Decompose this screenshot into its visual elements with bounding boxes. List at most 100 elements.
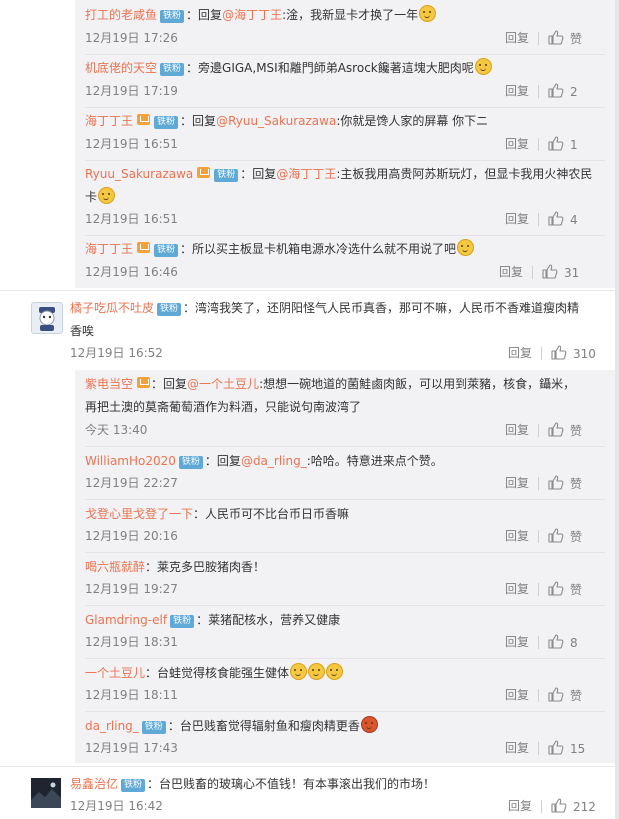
thumbs-up-icon bbox=[548, 687, 564, 702]
comment-text: Ryuu_Sakurazawa 铁粉 ：回复@海丁丁王:主板我用高贵阿苏斯玩灯，但显… bbox=[85, 167, 593, 204]
divider bbox=[532, 266, 533, 279]
comment-time: 12月19日 17:19 bbox=[85, 84, 178, 98]
reply-button[interactable]: 回复 bbox=[508, 345, 532, 361]
username[interactable]: WilliamHo2020 bbox=[85, 454, 176, 468]
fan-badge[interactable]: 铁粉 bbox=[141, 721, 166, 734]
mention-link[interactable]: @Ryuu_Sakurazawa bbox=[216, 114, 336, 128]
fan-badge[interactable]: 铁粉 bbox=[160, 10, 185, 23]
divider bbox=[538, 530, 539, 543]
username[interactable]: 戈登心里戈登了一下 bbox=[85, 507, 193, 521]
like-button[interactable]: 赞 bbox=[548, 475, 582, 492]
divider bbox=[85, 160, 605, 161]
username[interactable]: da_rling_ bbox=[85, 719, 139, 733]
fan-badge[interactable]: 铁粉 bbox=[170, 615, 195, 628]
comment-time: 12月19日 16:51 bbox=[85, 212, 178, 226]
like-button[interactable]: 310 bbox=[551, 345, 596, 362]
like-button[interactable]: 8 bbox=[548, 634, 578, 651]
username[interactable]: 易鑫治亿 bbox=[70, 777, 118, 791]
police-avatar-icon bbox=[39, 307, 55, 331]
divider bbox=[538, 138, 539, 151]
username[interactable]: 海丁丁王 bbox=[85, 114, 133, 128]
comment-text: 机底佬的天空 铁粉 ：旁邊GIGA,MSI和離門師弟Asrock饞著這塊大肥肉呢 bbox=[85, 57, 603, 80]
crab-emoji-icon bbox=[360, 716, 378, 733]
smile-emoji-icon bbox=[98, 187, 116, 204]
reply-button[interactable]: 回复 bbox=[505, 740, 529, 756]
username[interactable]: 打工的老咸鱼 bbox=[85, 8, 157, 22]
username[interactable]: 紫电当空 bbox=[85, 377, 133, 391]
comment-body: 所以买主板显卡机箱电源水冷选什么就不用说了吧 bbox=[192, 242, 457, 256]
fan-badge[interactable]: 铁粉 bbox=[154, 244, 179, 257]
reply-button[interactable]: 回复 bbox=[505, 475, 529, 491]
page-scrollbar[interactable] bbox=[615, 0, 619, 819]
like-button[interactable]: 31 bbox=[542, 264, 579, 281]
reply-button[interactable]: 回复 bbox=[505, 687, 529, 703]
comment-text: 戈登心里戈登了一下：人民币可不比台币日币香嘛 bbox=[85, 507, 350, 521]
like-button[interactable]: 212 bbox=[551, 798, 596, 815]
reply-button[interactable]: 回复 bbox=[505, 211, 529, 227]
reply-button[interactable]: 回复 bbox=[505, 30, 529, 46]
thumbs-up-icon bbox=[548, 83, 564, 98]
divider bbox=[538, 477, 539, 490]
mention-link[interactable]: @da_rling_ bbox=[241, 454, 307, 468]
comment-text: da_rling_ 铁粉 ：台巴贱畜觉得辐射鱼和瘦肉精更香 bbox=[85, 715, 603, 738]
fan-badge[interactable]: 铁粉 bbox=[154, 116, 179, 129]
username[interactable]: Ryuu_Sakurazawa bbox=[85, 167, 193, 181]
like-button[interactable]: 15 bbox=[548, 740, 585, 757]
reply-button[interactable]: 回复 bbox=[505, 136, 529, 152]
fan-badge[interactable]: 铁粉 bbox=[121, 779, 146, 792]
like-button[interactable]: 赞 bbox=[548, 528, 582, 545]
username[interactable]: 一个土豆儿 bbox=[85, 666, 145, 680]
comment-body: 旁邊GIGA,MSI和離門師弟Asrock饞著這塊大肥肉呢 bbox=[198, 61, 474, 75]
like-button[interactable]: 赞 bbox=[548, 30, 582, 47]
divider bbox=[538, 583, 539, 596]
mention-link[interactable]: @海丁丁王 bbox=[276, 167, 336, 181]
vip-icon bbox=[197, 167, 211, 178]
comment-body: :主板我用高贵阿苏斯玩灯，但显卡我用火神农民 bbox=[336, 167, 593, 181]
reply-button[interactable]: 回复 bbox=[505, 83, 529, 99]
comment-text: 海丁丁王 铁粉 ：回复@Ryuu_Sakurazawa:你就是馋人家的屏幕 你下ニ bbox=[85, 114, 489, 129]
dark-landscape-avatar-icon bbox=[31, 778, 61, 808]
reply-button[interactable]: 回复 bbox=[505, 581, 529, 597]
avatar[interactable] bbox=[31, 778, 61, 808]
reply-button[interactable]: 回复 bbox=[505, 422, 529, 438]
like-button[interactable]: 赞 bbox=[548, 422, 582, 439]
comment-time: 12月19日 18:31 bbox=[85, 635, 178, 649]
like-count: 212 bbox=[573, 800, 596, 814]
fan-badge[interactable]: 铁粉 bbox=[214, 169, 239, 182]
username[interactable]: Glamdring-elf bbox=[85, 613, 167, 627]
fan-badge[interactable]: 铁粉 bbox=[178, 456, 203, 469]
like-button[interactable]: 1 bbox=[548, 136, 578, 153]
like-button[interactable]: 赞 bbox=[548, 687, 582, 704]
like-count: 赞 bbox=[570, 583, 583, 597]
smile-emoji-icon bbox=[326, 663, 344, 680]
mention-link[interactable]: @海丁丁王 bbox=[222, 8, 282, 22]
sub-comment-block-2: 紫电当空 ：回复@一个土豆儿:想想一碗地道的菌鮭鹵肉飯，可以用到萊豬，核食，鑷米，… bbox=[75, 370, 615, 763]
reply-button[interactable]: 回复 bbox=[505, 634, 529, 650]
thumbs-up-icon bbox=[548, 30, 564, 45]
reply-button[interactable]: 回复 bbox=[508, 798, 532, 814]
smile-emoji-icon bbox=[457, 239, 475, 256]
avatar[interactable] bbox=[31, 302, 63, 334]
like-button[interactable]: 4 bbox=[548, 211, 578, 228]
sub-comment-block-1: 打工的老咸鱼 铁粉 ：回复@海丁丁王:淦，我新显卡才换了一年 12月19日 17:2… bbox=[75, 0, 615, 288]
like-button[interactable]: 2 bbox=[548, 83, 578, 100]
comment-body: :哈哈。特意进来点个赞。 bbox=[306, 454, 443, 468]
like-button[interactable]: 赞 bbox=[548, 581, 582, 598]
username[interactable]: 橘子吃瓜不吐皮 bbox=[70, 301, 154, 315]
comment-text: WilliamHo2020 铁粉 ：回复@da_rling_:哈哈。特意进来点个赞。 bbox=[85, 454, 443, 469]
fan-badge[interactable]: 铁粉 bbox=[157, 303, 182, 316]
like-count: 赞 bbox=[570, 689, 583, 703]
comment-body: :想想一碗地道的菌鮭鹵肉飯，可以用到萊豬，核食，鑷米， bbox=[259, 377, 576, 391]
username[interactable]: 喝六瓶就醉 bbox=[85, 560, 145, 574]
username[interactable]: 海丁丁王 bbox=[85, 242, 133, 256]
vip-icon bbox=[137, 242, 151, 253]
reply-button[interactable]: 回复 bbox=[499, 264, 523, 280]
mention-link[interactable]: @一个土豆儿 bbox=[187, 377, 259, 391]
fan-badge[interactable]: 铁粉 bbox=[160, 63, 185, 76]
reply-button[interactable]: 回复 bbox=[505, 528, 529, 544]
divider bbox=[85, 235, 605, 236]
thumbs-up-icon bbox=[548, 528, 564, 543]
comment-time: 今天 13:40 bbox=[85, 423, 148, 437]
smile-emoji-icon bbox=[308, 663, 326, 680]
username[interactable]: 机底佬的天空 bbox=[85, 61, 157, 75]
